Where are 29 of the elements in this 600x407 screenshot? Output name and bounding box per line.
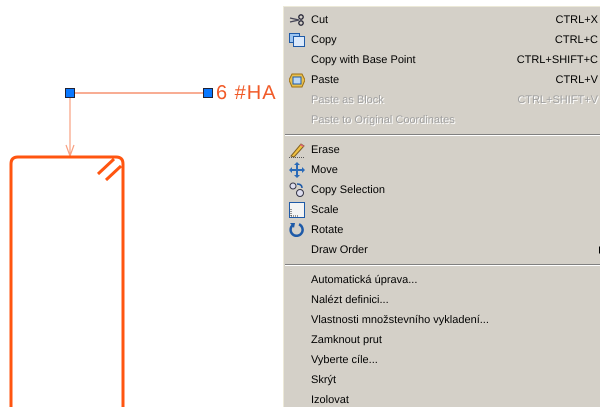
menu-item[interactable]: Move [285,160,600,180]
menu-item[interactable]: Copy Selection [285,180,600,200]
menu-item[interactable]: Skrýt [285,370,600,390]
menu-item[interactable]: Nalézt definici... [285,290,600,310]
menu-item[interactable]: Vyberte cíle... [285,350,600,370]
menu-item[interactable]: Izolovat [285,390,600,407]
leader-arrow [65,98,75,158]
menu-item[interactable]: Cut CTRL+X [285,10,600,30]
menu-item[interactable]: Paste CTRL+V [285,70,600,90]
clipboard-icon [289,72,305,88]
menu-item[interactable]: Automatická úprava... [285,270,600,290]
grip-handle[interactable] [203,88,213,98]
menu-item[interactable]: Copy CTRL+C [285,30,600,50]
menu-item[interactable]: Copy with Base Point CTRL+SHIFT+C [285,50,600,70]
move-arrows-icon [289,162,305,178]
grip-handle[interactable] [65,88,75,98]
menu-item[interactable]: Rotate [285,220,600,240]
scissors-icon [289,14,305,26]
menu-item[interactable]: Vlastnosti množstevního vykladení... [285,310,600,330]
menu-item[interactable]: Draw Order [285,240,600,260]
bar-label: 6 #HA [216,81,278,106]
copy-icon [289,33,305,47]
scale-icon [289,202,305,218]
rotate-icon [289,222,305,238]
copy-selection-icon [289,182,305,198]
menu-item[interactable]: Scale [285,200,600,220]
eraser-pencil-icon [289,142,305,158]
menu-item[interactable]: Zamknout prut [285,330,600,350]
menu-item[interactable]: Erase [285,140,600,160]
